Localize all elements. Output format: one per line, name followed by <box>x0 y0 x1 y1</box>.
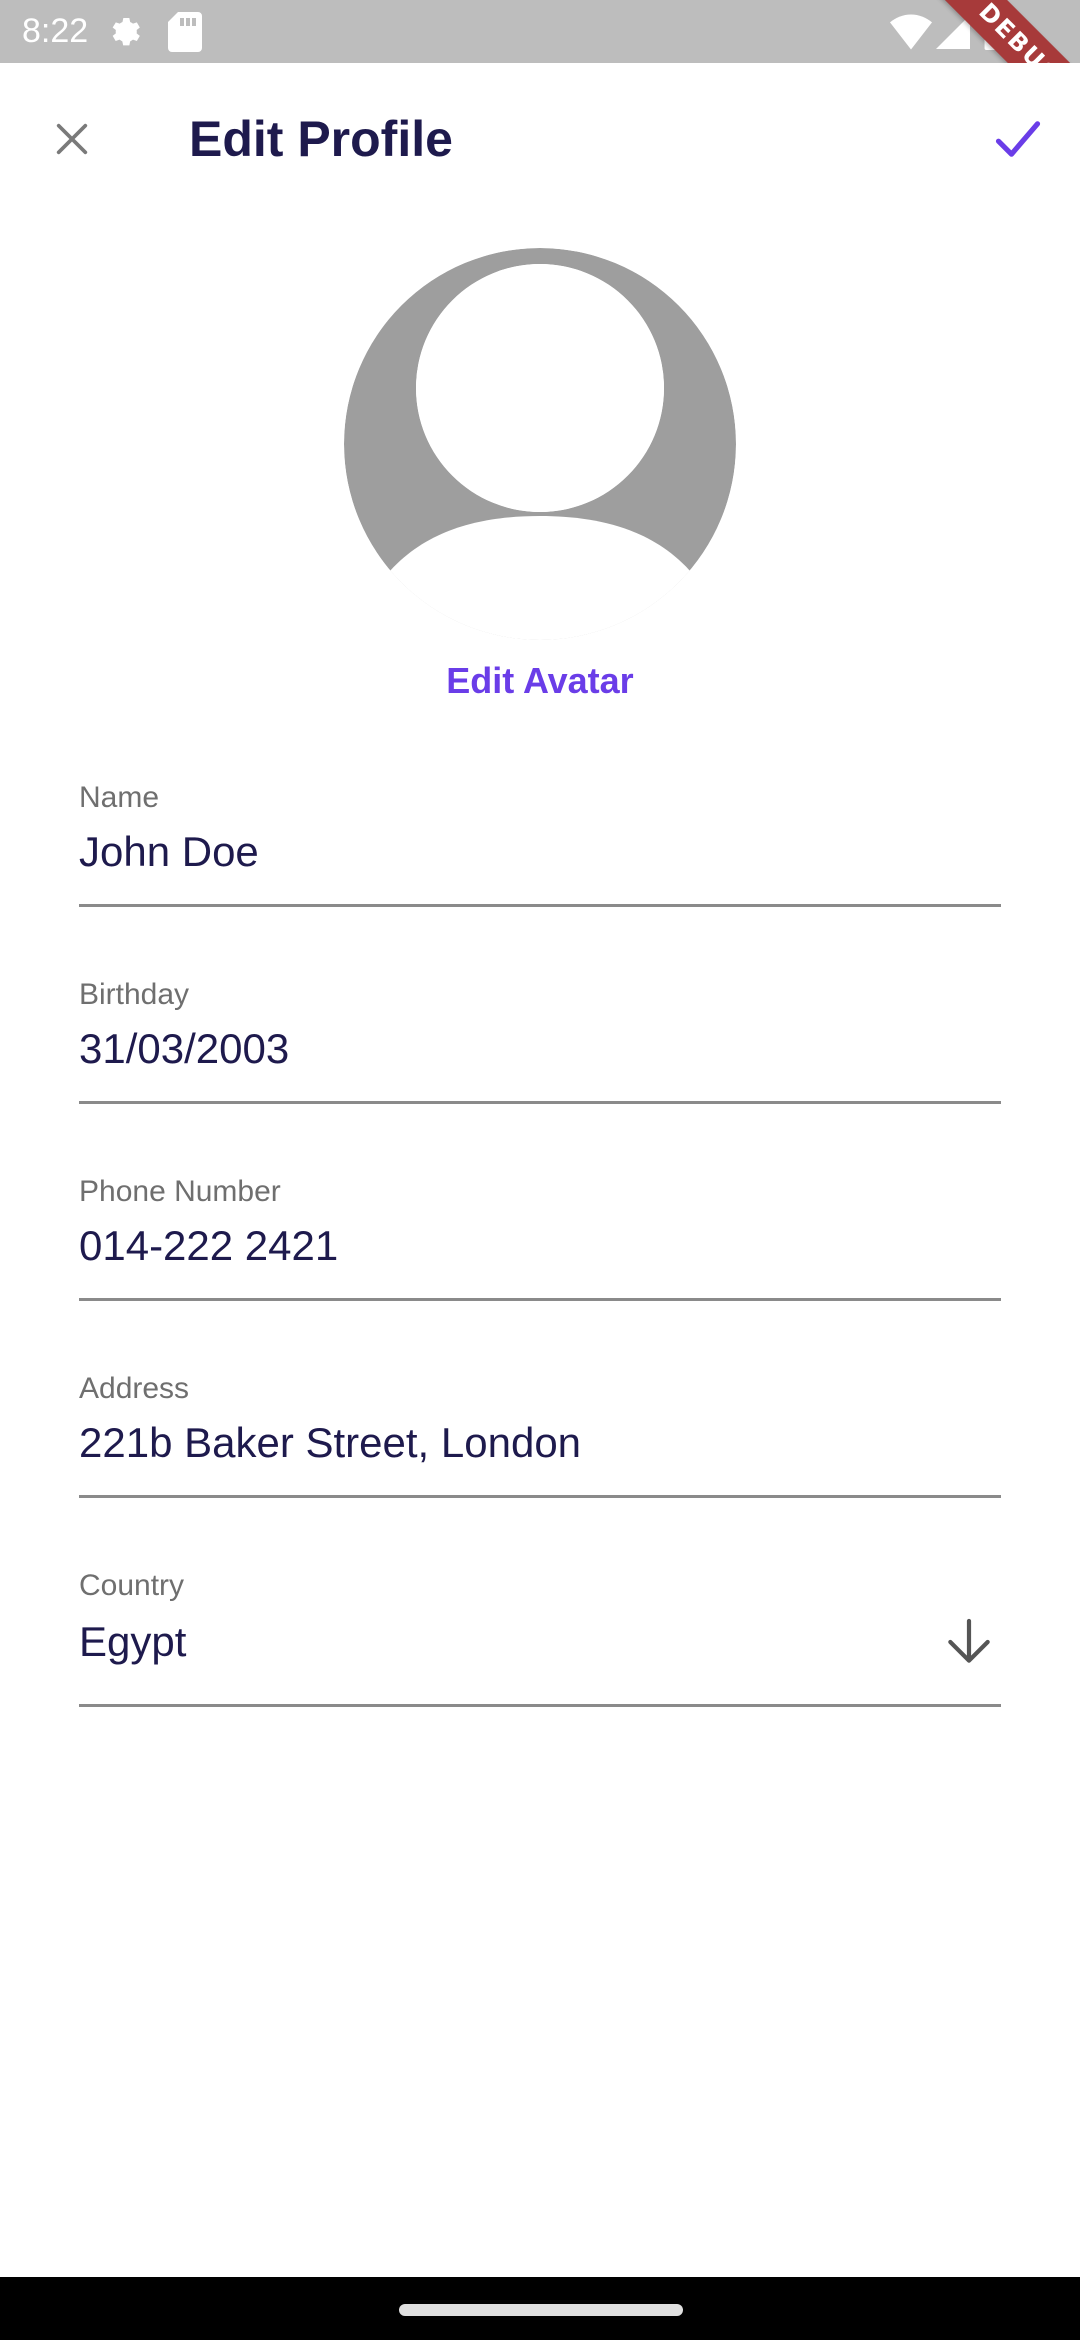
phone-number-value: 014-222 2421 <box>79 1222 339 1269</box>
name-value: John Doe <box>79 828 259 875</box>
settings-icon <box>112 18 140 46</box>
address-field[interactable]: Address 221b Baker Street, London <box>79 1361 1001 1498</box>
check-icon <box>995 121 1041 157</box>
birthday-label: Birthday <box>79 978 190 1011</box>
close-button[interactable] <box>36 103 108 175</box>
wifi-icon <box>890 14 932 50</box>
arrow-down-icon <box>948 1618 990 1663</box>
home-indicator[interactable] <box>399 2304 683 2316</box>
address-label: Address <box>79 1372 190 1405</box>
close-icon <box>56 123 88 155</box>
country-select[interactable]: Country Egypt <box>79 1558 1001 1707</box>
country-value: Egypt <box>79 1618 187 1665</box>
name-field[interactable]: Name John Doe <box>79 770 1001 907</box>
birthday-field[interactable]: Birthday 31/03/2003 <box>79 967 1001 1104</box>
avatar[interactable] <box>344 248 736 640</box>
system-navigation-bar <box>0 2277 1080 2340</box>
phone-number-label: Phone Number <box>79 1175 281 1208</box>
edit-avatar-button[interactable]: Edit Avatar <box>0 655 1080 707</box>
save-button[interactable] <box>980 103 1056 175</box>
sd-card-icon <box>168 12 202 52</box>
name-label: Name <box>79 781 160 814</box>
status-time: 8:22 <box>22 12 89 50</box>
birthday-value: 31/03/2003 <box>79 1025 290 1072</box>
page-title: Edit Profile <box>189 111 453 167</box>
app-bar: Edit Profile <box>0 63 1080 213</box>
status-bar: 8:22 <box>0 0 1080 63</box>
address-value: 221b Baker Street, London <box>79 1419 582 1466</box>
country-label: Country <box>79 1569 185 1602</box>
phone-number-field[interactable]: Phone Number 014-222 2421 <box>79 1164 1001 1301</box>
